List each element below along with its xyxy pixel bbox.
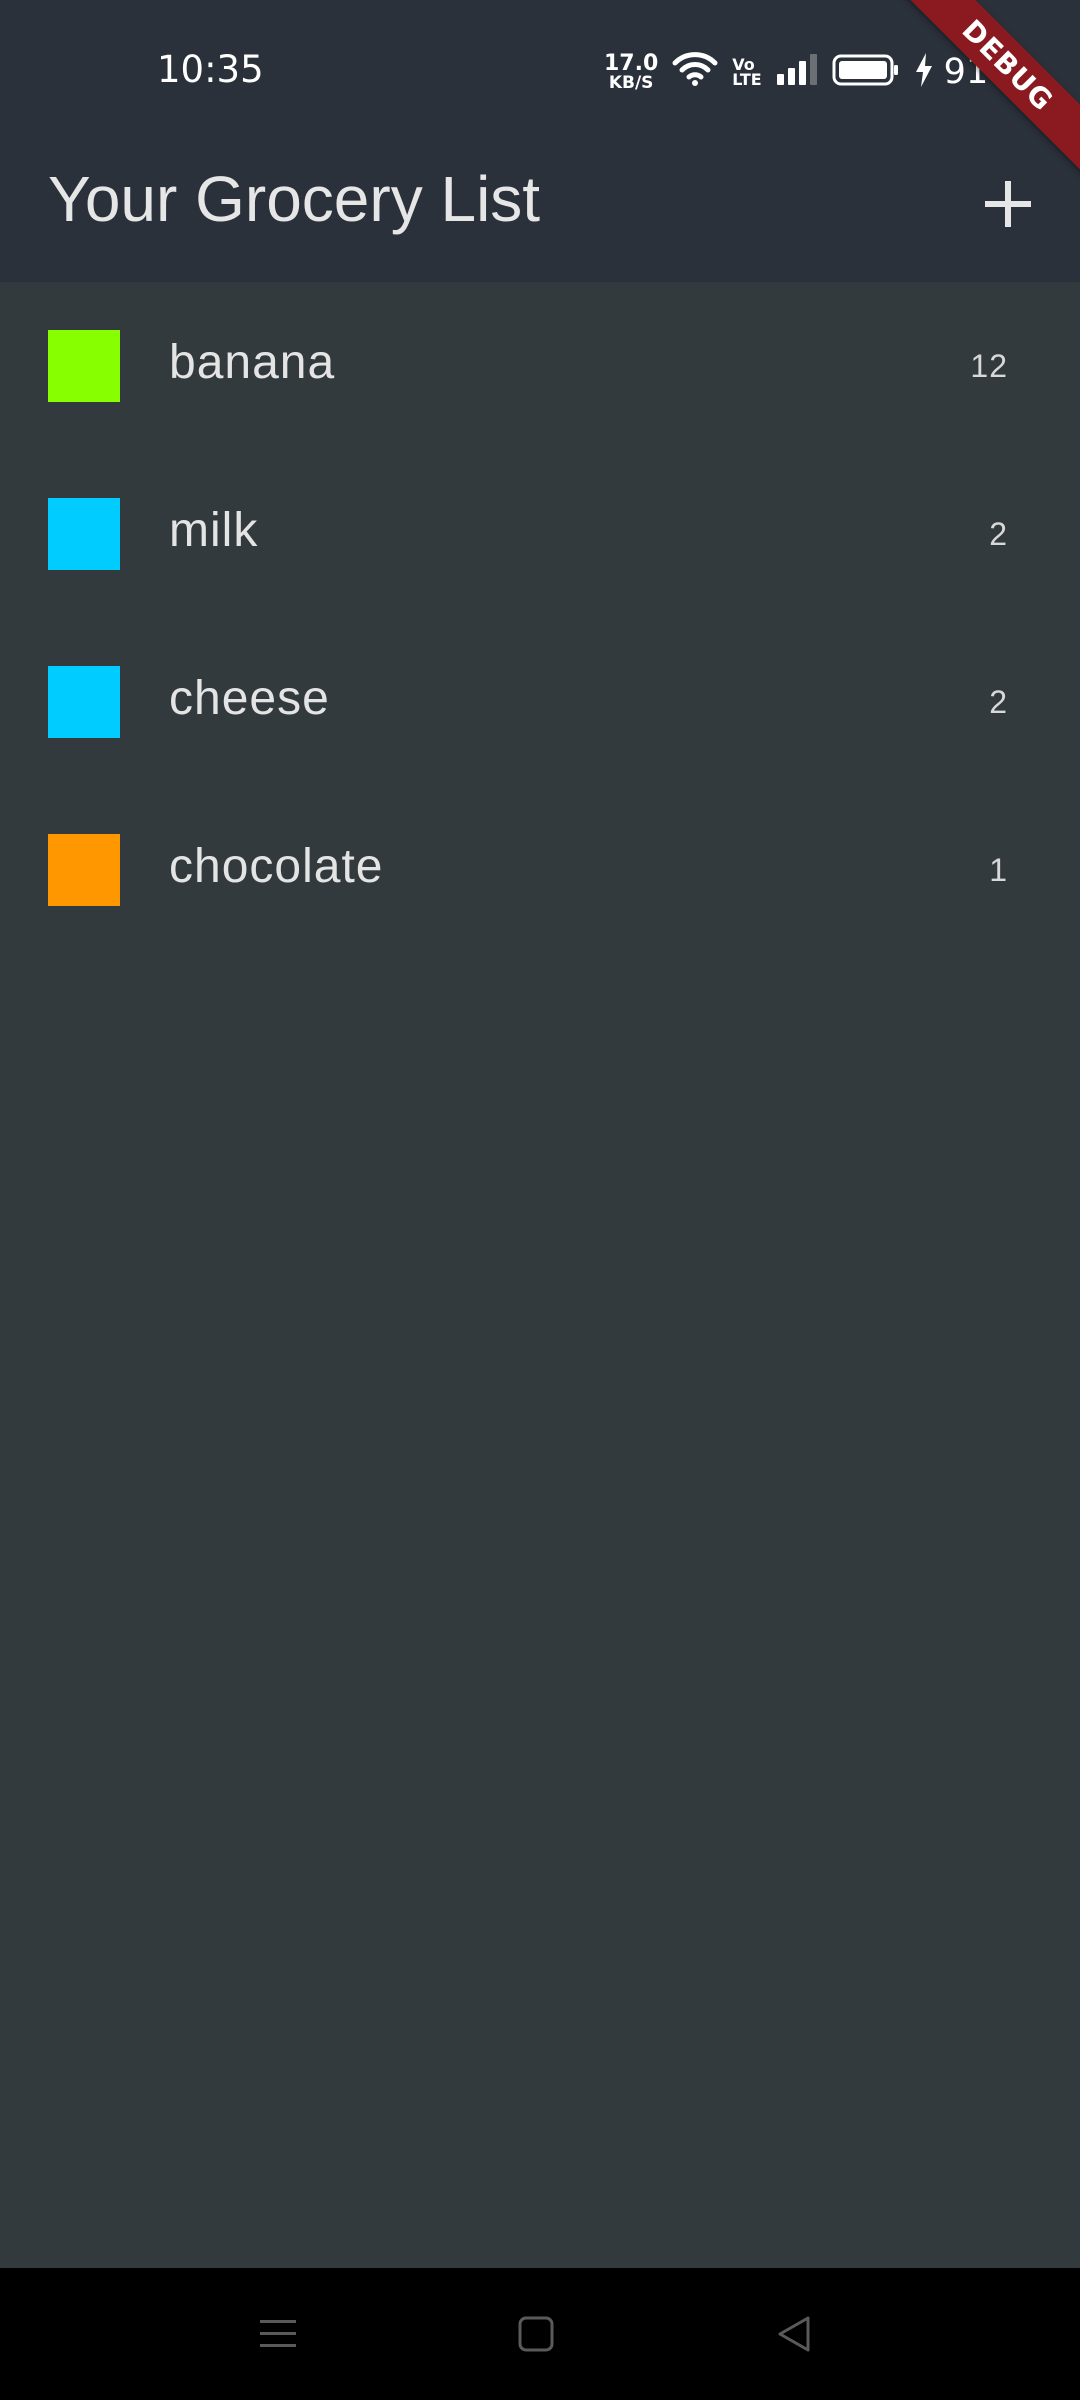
- grocery-list-screen: 10:35 17.0 KB/S Vo LTE Your Grocery List…: [0, 0, 1080, 2400]
- status-bar: 10:35 17.0 KB/S Vo LTE: [0, 0, 1080, 140]
- item-name: milk: [169, 504, 259, 557]
- item-name: chocolate: [169, 840, 384, 893]
- charging-icon: [914, 52, 934, 92]
- battery-icon: [832, 53, 900, 91]
- wifi-icon: [672, 50, 718, 94]
- status-icons: 17.0 KB/S Vo LTE: [604, 48, 1021, 96]
- list-item-cheese[interactable]: cheese 2: [0, 618, 1080, 786]
- item-name: banana: [169, 336, 336, 389]
- network-speed-unit: KB/S: [608, 72, 654, 93]
- back-button[interactable]: [758, 2298, 830, 2370]
- signal-icon: [776, 54, 818, 90]
- plus-icon: [985, 181, 1031, 227]
- top-area: 10:35 17.0 KB/S Vo LTE Your Grocery List: [0, 0, 1080, 282]
- home-button[interactable]: [500, 2298, 572, 2370]
- network-speed: 17.0 KB/S: [604, 50, 659, 93]
- category-color-swatch: [48, 834, 120, 906]
- category-color-swatch: [48, 330, 120, 402]
- back-icon: [778, 2316, 810, 2352]
- menu-icon: [260, 2320, 296, 2347]
- app-bar: Your Grocery List: [0, 140, 1080, 282]
- item-quantity: 2: [989, 516, 1008, 552]
- list-item-milk[interactable]: milk 2: [0, 450, 1080, 618]
- status-time: 10:35: [157, 48, 264, 91]
- item-quantity: 2: [989, 684, 1008, 720]
- network-speed-value: 17.0: [604, 50, 659, 76]
- item-name: cheese: [169, 672, 330, 725]
- volte-indicator: Vo LTE: [732, 56, 762, 89]
- item-quantity: 1: [989, 852, 1008, 888]
- home-icon: [518, 2316, 554, 2352]
- grocery-list: banana 12 milk 2 cheese 2 chocolate 1: [0, 282, 1080, 954]
- volte-bottom: LTE: [732, 70, 762, 89]
- recents-button[interactable]: [242, 2298, 314, 2370]
- list-item-chocolate[interactable]: chocolate 1: [0, 786, 1080, 954]
- system-navigation-bar: [0, 2268, 1080, 2400]
- page-title: Your Grocery List: [48, 163, 541, 235]
- category-color-swatch: [48, 498, 120, 570]
- item-quantity: 12: [970, 348, 1008, 384]
- add-item-button[interactable]: [968, 164, 1048, 244]
- list-item-banana[interactable]: banana 12: [0, 282, 1080, 450]
- category-color-swatch: [48, 666, 120, 738]
